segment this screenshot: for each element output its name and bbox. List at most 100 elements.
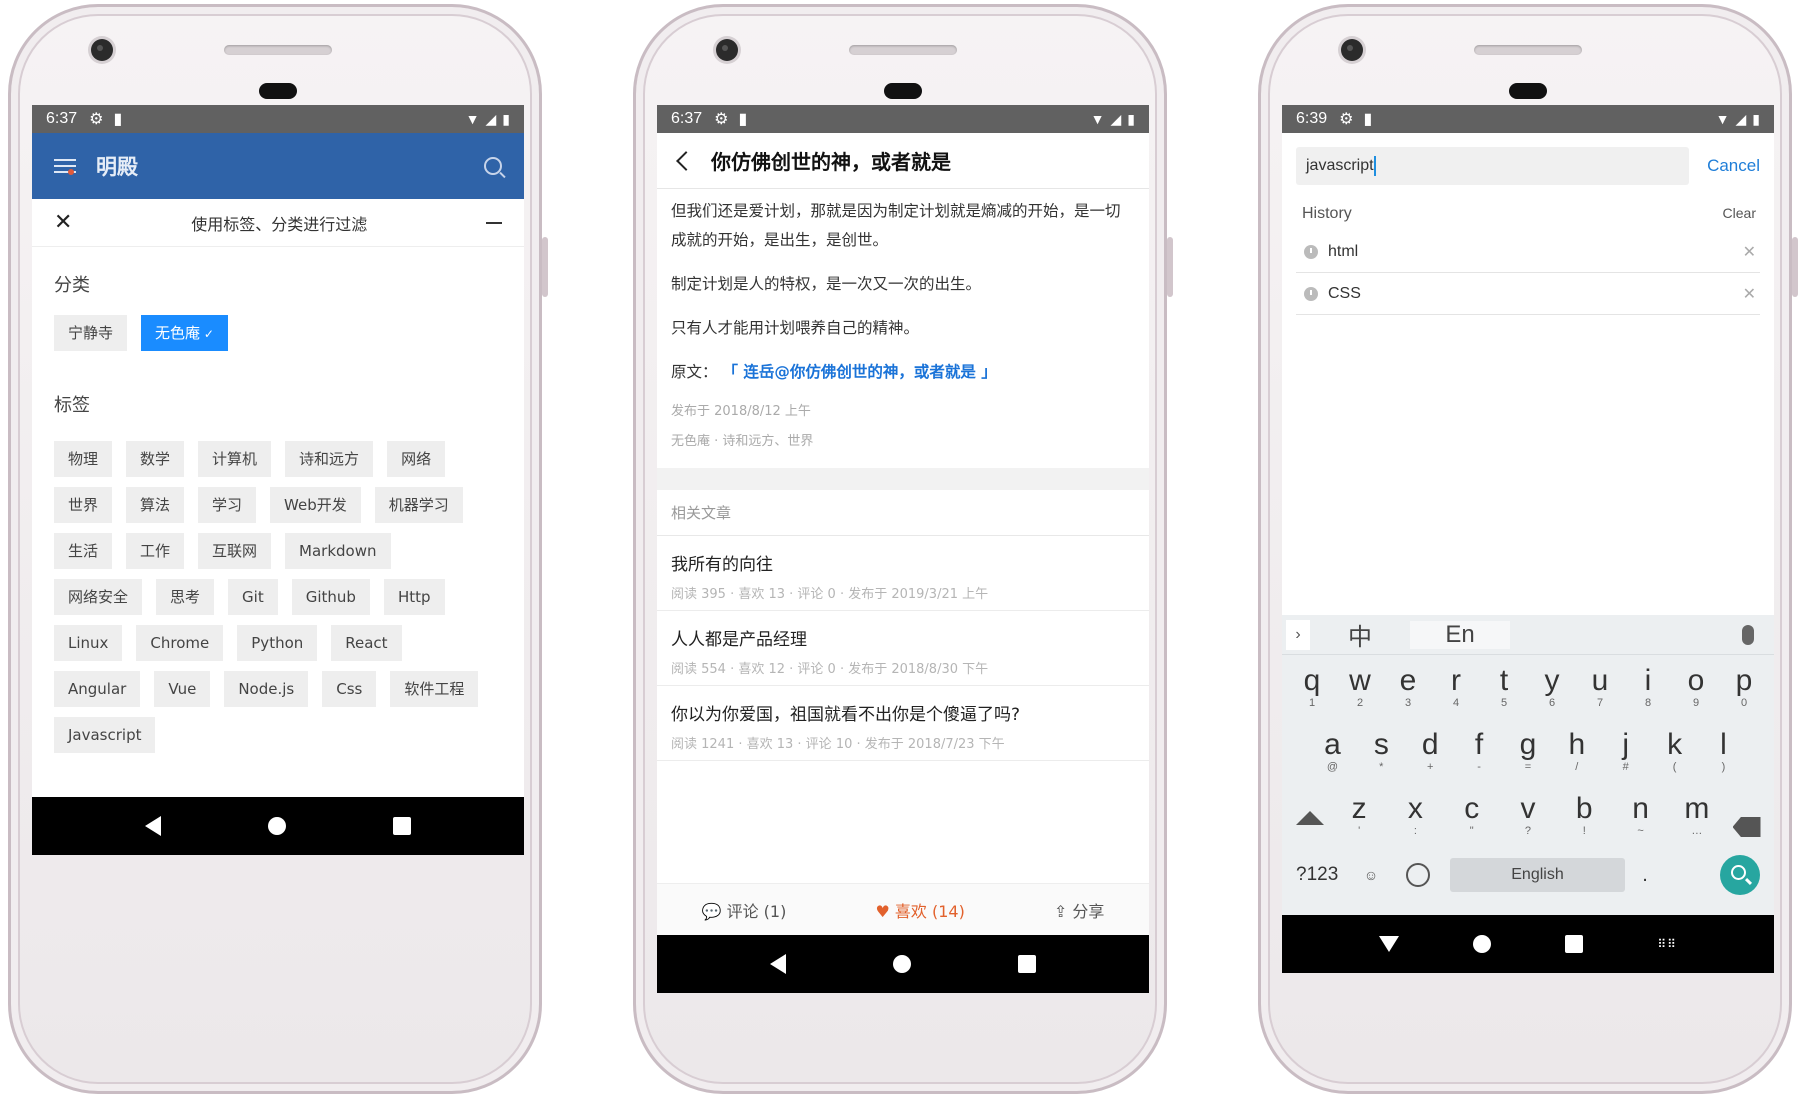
tag-chip[interactable]: 诗和远方 [285,441,374,477]
tag-chip[interactable]: Linux [54,625,123,661]
tag-chip[interactable]: 学习 [198,487,257,523]
key-e[interactable]: e3 [1387,655,1430,719]
tag-chip[interactable]: 机器学习 [374,487,463,523]
key-p[interactable]: p0 [1723,655,1766,719]
filter-menu-icon[interactable] [54,156,78,176]
key-y[interactable]: y6 [1531,655,1574,719]
back-icon[interactable] [145,816,162,836]
tag-chip[interactable]: 互联网 [198,533,272,569]
recents-icon[interactable] [392,817,411,835]
tag-chip[interactable]: 网络安全 [54,579,143,615]
remove-history-icon[interactable]: ✕ [1743,242,1756,262]
search-input[interactable]: javascript [1296,147,1690,185]
key-b[interactable]: b! [1563,783,1606,847]
key-h[interactable]: h / [1555,719,1598,783]
article-category[interactable]: 无色庵 [671,434,710,449]
tag-chip[interactable]: Git [228,579,278,615]
key-k[interactable]: k( [1653,719,1696,783]
tag-chip[interactable]: Css [322,671,377,707]
tag-chip[interactable]: Web开发 [270,487,361,523]
key-g[interactable]: g = [1506,719,1549,783]
key-l[interactable]: l) [1702,719,1745,783]
clear-history-button[interactable]: Clear [1723,205,1756,223]
category-chip[interactable]: 宁静寺 [54,315,128,351]
key-f[interactable]: f- [1458,719,1501,783]
related-article-item[interactable]: 我所有的向往 阅读 395 · 喜欢 13 · 评论 0 · 发布于 2019/3… [657,536,1149,611]
key-j[interactable]: j # [1604,719,1647,783]
related-article-item[interactable]: 你以为你爱国，祖国就看不出你是个傻逼了吗? 阅读 1241 · 喜欢 13 · 评… [657,686,1149,761]
globe-icon[interactable] [1406,863,1430,887]
like-button[interactable]: ♥ 喜欢 (14) [875,898,964,922]
key-i[interactable]: i8 [1627,655,1670,719]
tag-chip[interactable]: 工作 [126,533,185,569]
category-chip[interactable]: 无色庵 [141,315,228,351]
key-q[interactable]: q1 [1291,655,1334,719]
history-item[interactable]: html ✕ [1296,231,1760,273]
back-icon[interactable] [770,954,787,974]
key-r[interactable]: r4 [1435,655,1478,719]
tag-chip[interactable]: 算法 [126,487,185,523]
key-a[interactable]: a @ [1311,719,1354,783]
backspace-key[interactable] [1725,783,1768,847]
source-link[interactable]: 「 连岳@你仿佛创世的神，或者就是 」 [722,363,996,381]
search-action-key[interactable] [1720,855,1760,895]
english-mode-key[interactable]: En [1410,620,1510,649]
recents-icon[interactable] [1017,955,1036,973]
key-v[interactable]: v? [1506,783,1549,847]
symbols-key[interactable]: ?123 [1296,864,1356,886]
tag-chip[interactable]: 软件工程 [390,671,479,707]
tag-chip[interactable]: Javascript [54,717,156,753]
related-article-item[interactable]: 人人都是产品经理 阅读 554 · 喜欢 12 · 评论 0 · 发布于 2018… [657,611,1149,686]
history-item[interactable]: CSS ✕ [1296,273,1760,315]
tag-chip[interactable]: Chrome [136,625,224,661]
cancel-button[interactable]: Cancel [1707,156,1760,176]
key-d[interactable]: d + [1409,719,1452,783]
chinese-mode-key[interactable]: 中 [1310,617,1410,652]
key-w[interactable]: w2 [1339,655,1382,719]
key-z[interactable]: z ' [1338,783,1381,847]
share-button[interactable]: ⇪ 分享 [1054,898,1105,922]
shift-key[interactable] [1288,783,1331,847]
period-key[interactable]: . [1625,864,1665,887]
key-m[interactable]: m… [1675,783,1718,847]
tag-chip[interactable]: 计算机 [198,441,272,477]
tag-chip[interactable]: 思考 [156,579,215,615]
remove-history-icon[interactable]: ✕ [1743,284,1756,304]
close-icon[interactable]: ✕ [54,210,72,235]
key-t[interactable]: t5 [1483,655,1526,719]
tag-chip[interactable]: Vue [154,671,211,707]
expand-arrow-icon[interactable]: › [1286,619,1310,650]
key-n[interactable]: n ~ [1619,783,1662,847]
article-tags[interactable]: 诗和远方、世界 [722,434,813,449]
hide-keyboard-icon[interactable] [1379,936,1400,952]
collapse-icon[interactable] [486,221,502,224]
tag-chip[interactable]: 世界 [54,487,113,523]
recents-icon[interactable] [1565,935,1584,953]
tag-chip[interactable]: 数学 [126,441,185,477]
tag-chip[interactable]: 生活 [54,533,113,569]
key-u[interactable]: u7 [1579,655,1622,719]
key-c[interactable]: c " [1450,783,1493,847]
search-icon[interactable] [484,157,502,175]
tag-chip[interactable]: Angular [54,671,141,707]
tag-chip[interactable]: Node.js [224,671,309,707]
key-x[interactable]: x: [1394,783,1437,847]
tag-chip[interactable]: Http [383,579,445,615]
keyboard-switch-icon[interactable]: ⠿⠿ [1657,937,1677,951]
home-icon[interactable] [267,817,286,835]
tag-chip[interactable]: Markdown [285,533,391,569]
tag-chip[interactable]: 物理 [54,441,113,477]
tag-chip[interactable]: 网络 [387,441,446,477]
key-s[interactable]: s * [1360,719,1403,783]
back-arrow-icon[interactable] [676,150,696,171]
comment-button[interactable]: 💬 评论 (1) [702,898,787,922]
home-icon[interactable] [1473,935,1492,953]
space-key[interactable]: English [1450,858,1625,892]
home-icon[interactable] [892,955,911,973]
tag-chip[interactable]: React [331,625,402,661]
tag-chip[interactable]: Github [291,579,370,615]
emoji-key[interactable]: ☺ [1356,867,1386,883]
key-o[interactable]: o9 [1675,655,1718,719]
microphone-icon[interactable] [1742,624,1754,645]
tag-chip[interactable]: Python [237,625,318,661]
